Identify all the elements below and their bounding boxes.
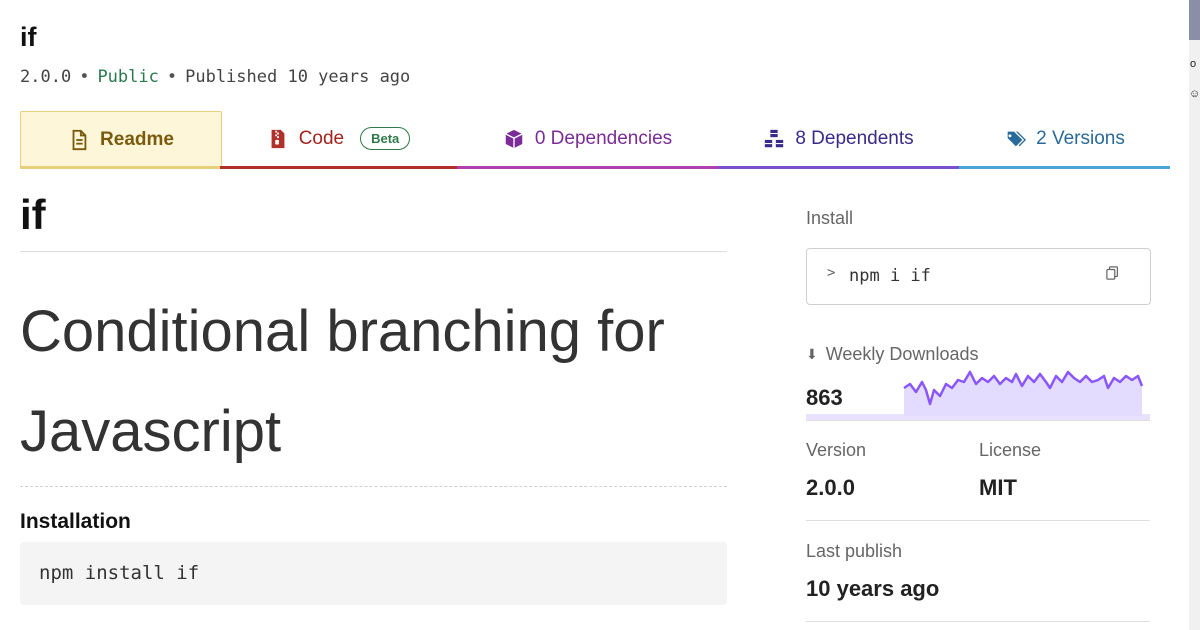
divider (806, 420, 1150, 421)
package-tabs: Readme Code Beta 0 Dependencies 8 Depend (20, 111, 1170, 169)
install-label: Install (806, 208, 854, 228)
divider (806, 520, 1150, 521)
tab-readme[interactable]: Readme (20, 111, 222, 168)
document-icon (72, 129, 87, 151)
avatar (1189, 0, 1200, 40)
version-label: Version (806, 440, 867, 460)
beta-badge: Beta (360, 127, 411, 150)
readme-title: if (20, 191, 46, 238)
boxes-icon (765, 129, 784, 147)
weekly-downloads-label: Weekly Downloads (825, 344, 979, 364)
package-name: if (20, 22, 37, 52)
separator-dot: • (79, 67, 90, 87)
package-visibility: Public (97, 67, 159, 87)
zip-file-icon (271, 129, 285, 148)
package-published: Published 10 years ago (185, 67, 411, 87)
install-code: npm install if (39, 562, 200, 584)
last-publish-value: 10 years ago (806, 576, 940, 601)
tab-code-underline (220, 166, 457, 169)
divider (806, 621, 1150, 622)
tab-readme-underline (20, 166, 220, 169)
install-command-box[interactable]: > npm i if (806, 248, 1151, 305)
download-icon: ⬇ (806, 346, 818, 362)
separator-dot: • (166, 67, 178, 87)
prompt-icon: > (827, 265, 836, 281)
smiley-icon: ☺ (1189, 88, 1200, 100)
box-icon (505, 129, 523, 148)
code-block: npm install if (20, 542, 727, 605)
tab-versions-underline (959, 166, 1170, 169)
tab-versions-label: 2 Versions (1036, 127, 1125, 149)
tab-readme-label: Readme (100, 129, 174, 150)
tab-code[interactable]: Code Beta (220, 111, 457, 166)
tab-code-label: Code (298, 127, 345, 149)
last-publish-label: Last publish (806, 541, 903, 561)
weekly-downloads-value: 863 (806, 385, 843, 410)
divider (20, 251, 727, 252)
downloads-sparkline (806, 370, 1150, 420)
tab-dependencies-underline (457, 166, 718, 169)
tab-dependents-underline (718, 166, 959, 169)
tab-dependents[interactable]: 8 Dependents (718, 111, 959, 166)
installation-heading: Installation (20, 510, 131, 533)
readme-heading: Conditional branching for Javascript (20, 299, 665, 464)
tab-dependents-label: 8 Dependents (795, 127, 914, 149)
divider (20, 486, 727, 487)
license-value: MIT (979, 475, 1017, 500)
license-label: License (979, 440, 1042, 460)
tab-dependencies[interactable]: 0 Dependencies (457, 111, 718, 166)
partial-glyph-icon: o (1190, 58, 1197, 70)
package-meta: 2.0.0 • Public • Published 10 years ago (20, 67, 410, 87)
version-value: 2.0.0 (806, 475, 855, 500)
weekly-downloads-header: ⬇ Weekly Downloads (806, 344, 978, 365)
scrollbar[interactable]: o ☺ (1189, 0, 1200, 630)
package-version: 2.0.0 (20, 67, 72, 87)
copy-icon[interactable] (1106, 266, 1120, 280)
install-command: npm i if (849, 266, 931, 286)
tab-dependencies-label: 0 Dependencies (534, 127, 673, 149)
tags-icon (1005, 131, 1027, 146)
tab-versions[interactable]: 2 Versions (959, 111, 1170, 166)
